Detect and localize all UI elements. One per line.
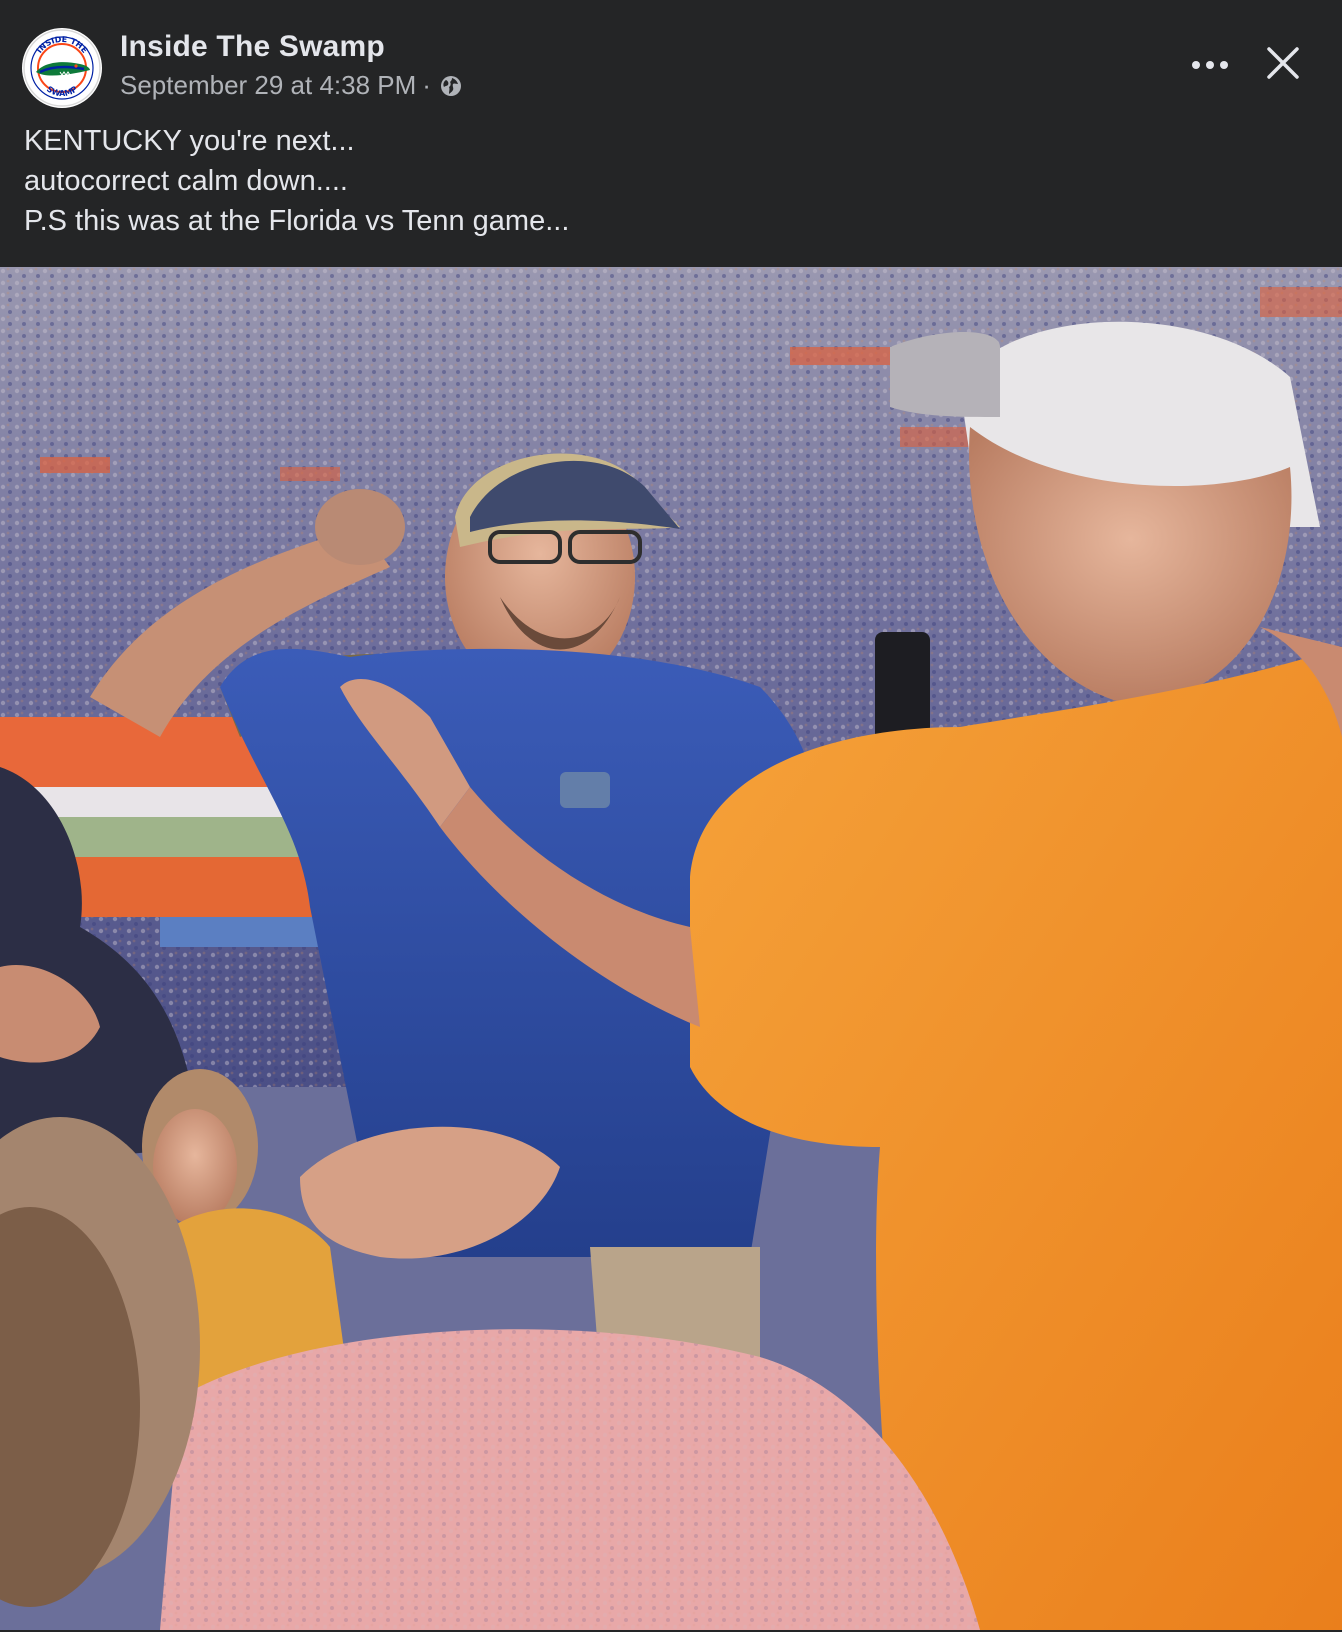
more-options-button[interactable] [1185, 40, 1235, 90]
post-author-name[interactable]: Inside The Swamp [120, 30, 385, 64]
globe-icon[interactable] [439, 74, 463, 98]
avatar[interactable]: INSIDE THE SWAMP [22, 28, 102, 108]
stadium-scene-image [0, 267, 1342, 1630]
close-button[interactable] [1258, 38, 1308, 88]
post-meta: September 29 at 4:38 PM · [120, 70, 463, 101]
post-caption: KENTUCKY you're next... autocorrect calm… [24, 121, 569, 241]
post-video[interactable] [0, 267, 1342, 1630]
post-timestamp[interactable]: September 29 at 4:38 PM [120, 70, 416, 101]
post-header: INSIDE THE SWAMP Inside The Swamp Septem… [0, 0, 1342, 265]
post-viewer: INSIDE THE SWAMP Inside The Swamp Septem… [0, 0, 1342, 1632]
close-icon [1267, 47, 1299, 79]
more-options-icon [1192, 61, 1228, 69]
inside-the-swamp-logo: INSIDE THE SWAMP [23, 29, 101, 107]
meta-separator: · [422, 70, 431, 100]
caption-line: P.S this was at the Florida vs Tenn game… [24, 205, 570, 237]
caption-line: autocorrect calm down.... [24, 165, 348, 197]
caption-line: KENTUCKY you're next... [24, 125, 355, 157]
